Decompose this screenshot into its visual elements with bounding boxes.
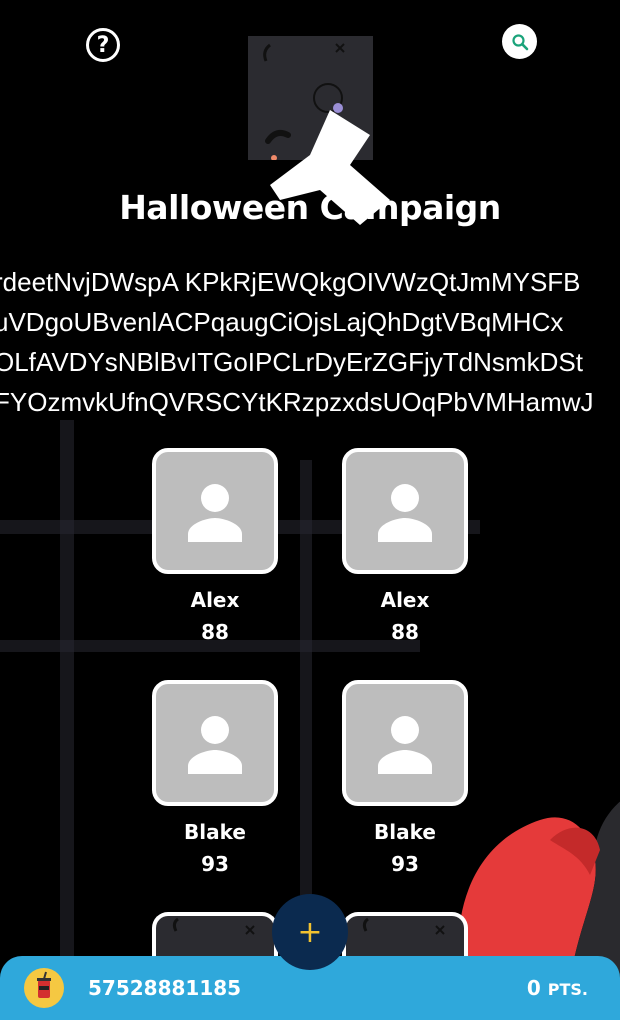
search-icon — [511, 33, 528, 50]
help-button[interactable]: ? — [86, 28, 120, 62]
drink-cup-icon — [24, 968, 64, 1008]
user-id: 57528881185 — [88, 976, 242, 1000]
campaign-description: rdeetNvjDWspA KPkRjEWQkgOIVWzQtJmMYSFB u… — [0, 262, 620, 422]
member-card[interactable]: Alex 88 — [342, 448, 468, 644]
description-line: uVDgoUBvenlACPqaugCiOjsLajQhDgtVBqMHCx — [0, 307, 564, 337]
member-avatar[interactable] — [152, 680, 278, 806]
user-icon — [188, 716, 242, 774]
member-score: 88 — [201, 620, 229, 644]
member-card[interactable]: Alex 88 — [152, 448, 278, 644]
plus-icon: + — [297, 914, 323, 950]
member-name: Blake — [184, 820, 246, 844]
user-icon — [378, 716, 432, 774]
add-button[interactable]: + — [272, 894, 348, 970]
member-name: Alex — [380, 588, 430, 612]
description-line: FYOzmvkUfnQVRSCYtKRzpzxdsUOqPbVMHamwJ — [0, 387, 594, 417]
description-line: rdeetNvjDWspA KPkRjEWQkgOIVWzQtJmMYSFB — [0, 267, 581, 297]
description-line: OLfAVDYsNBlBvITGoIPCLrDyErZGFjyTdNsmkDSt — [0, 347, 583, 377]
member-avatar[interactable] — [342, 448, 468, 574]
question-circle-icon: ? — [96, 32, 110, 58]
member-name: Alex — [190, 588, 240, 612]
member-card[interactable]: Blake 93 — [152, 680, 278, 876]
points-value: 0 — [526, 976, 541, 1000]
member-score: 88 — [391, 620, 419, 644]
user-icon — [188, 484, 242, 542]
points-unit: PTS. — [547, 980, 588, 999]
member-avatar[interactable] — [152, 448, 278, 574]
user-icon — [378, 484, 432, 542]
campaign-title: Halloween Campaign — [119, 188, 501, 227]
points-display: 0 PTS. — [527, 976, 588, 1000]
member-score: 93 — [201, 852, 229, 876]
search-button[interactable] — [502, 24, 537, 59]
